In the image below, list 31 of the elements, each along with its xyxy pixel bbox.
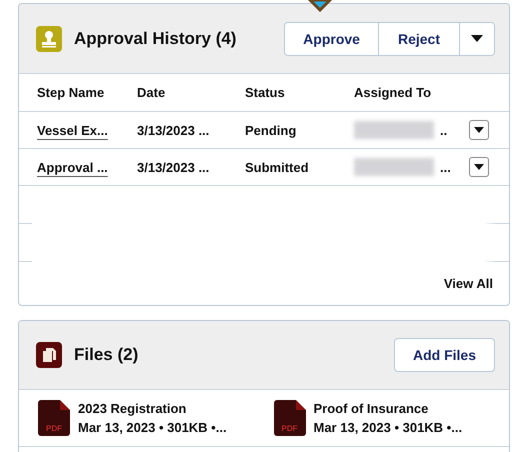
row-menu-button[interactable] (469, 157, 489, 177)
table-cell-text: 3/13/2023 ... (137, 122, 210, 138)
pdf-file-icon: PDF (38, 400, 70, 436)
pdf-file-icon: PDF (274, 400, 306, 436)
document-icon (36, 342, 62, 368)
table-cell-text: Pending (245, 122, 298, 138)
caret-icon (471, 34, 483, 42)
file-details: Mar 13, 2023 • 301KB •... (78, 420, 227, 435)
file-name[interactable]: 2023 Registration (78, 401, 227, 416)
diamond-marker-icon (308, 0, 332, 14)
column-header: Date (137, 85, 166, 100)
more-actions-button[interactable] (459, 22, 494, 54)
table-cell-text: 3/13/2023 ... (137, 160, 210, 174)
file-name[interactable]: Proof of Insurance (314, 401, 462, 416)
add-files-button[interactable]: Add Files (394, 338, 495, 372)
caret-icon (474, 164, 484, 170)
table-cell: .. (440, 122, 448, 138)
card-title: Files (2) (74, 345, 140, 365)
column-header: Status (245, 85, 286, 100)
stamp-icon (36, 26, 62, 52)
table-cell-text: Submitted (245, 160, 310, 174)
caret-icon (474, 126, 484, 134)
column-header: Step Name (37, 85, 106, 100)
step-name-link[interactable]: Vessel Ex... (37, 122, 137, 138)
file-details: Mar 13, 2023 • 301KB •... (314, 420, 462, 435)
step-name-link[interactable]: Approval ... (37, 160, 137, 174)
card-title: Approval History (4) (74, 28, 238, 48)
row-menu-button[interactable] (469, 120, 489, 140)
column-header: Assigned To (354, 85, 432, 100)
view-all-link[interactable]: View All (444, 276, 493, 291)
table-cell: ... (440, 160, 451, 174)
